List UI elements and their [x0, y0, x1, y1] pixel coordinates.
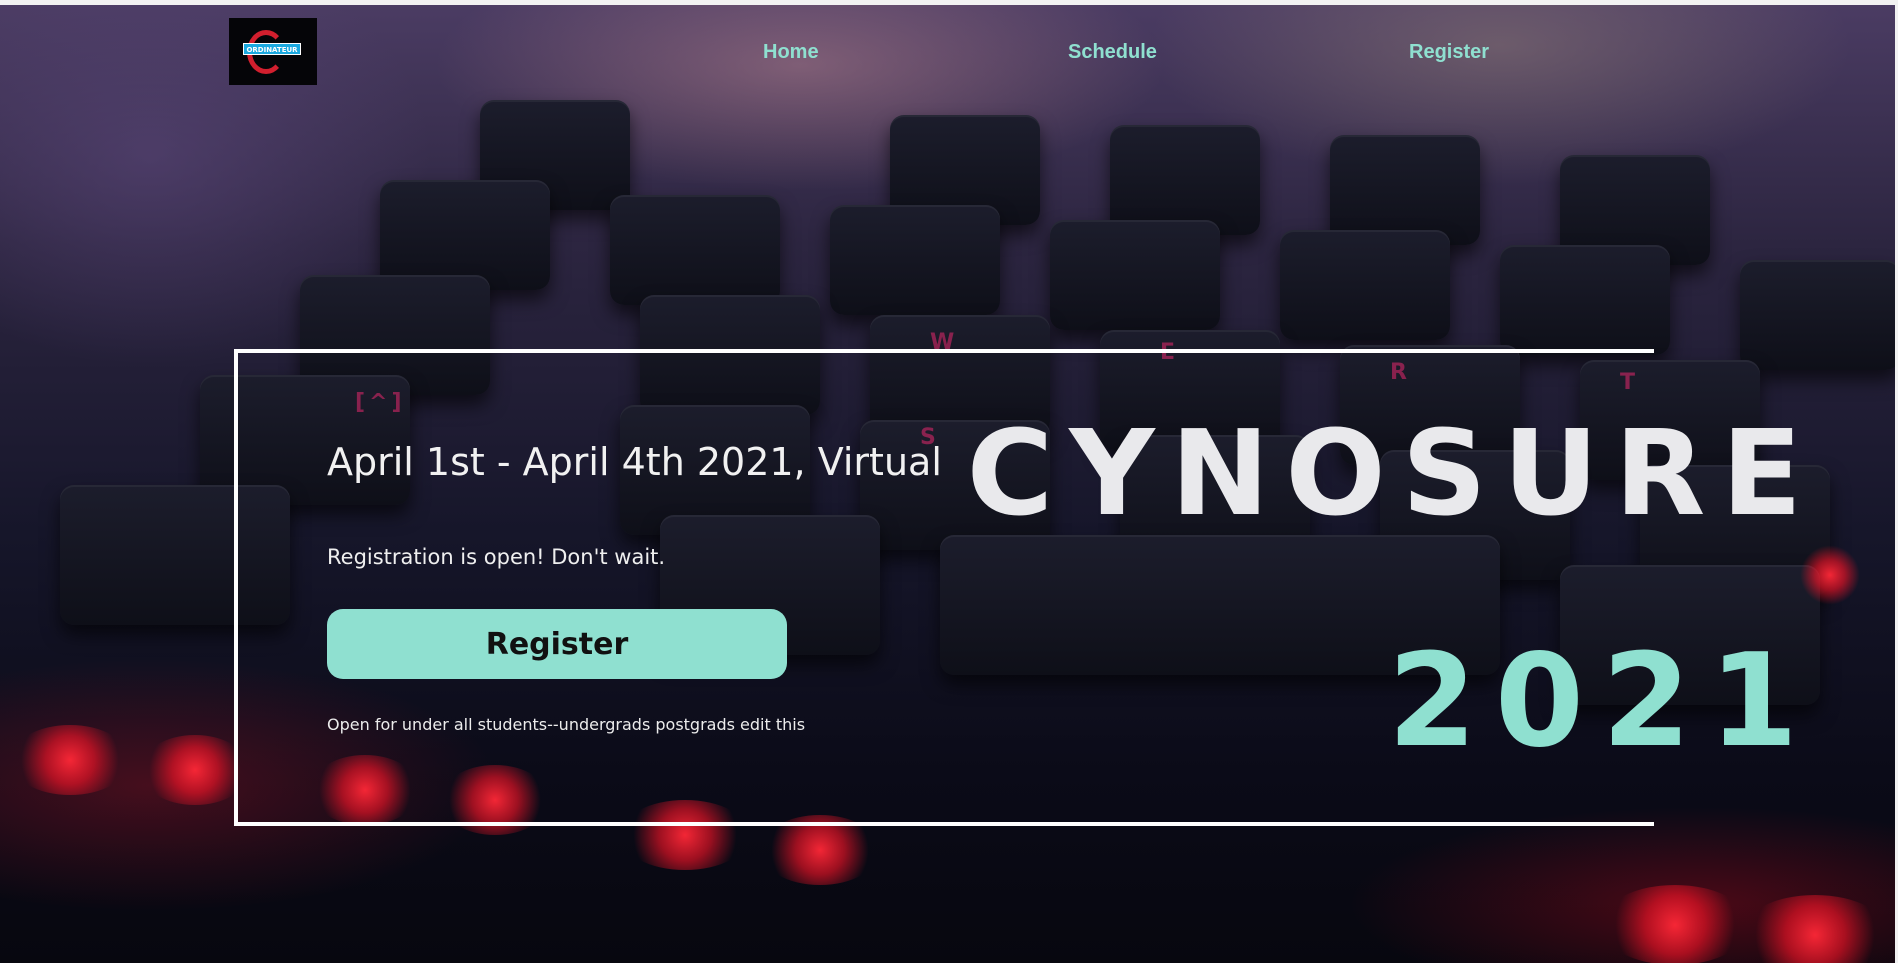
keyboard-key: [830, 205, 1000, 315]
backlight-glow: [1740, 895, 1890, 963]
keyboard-key: [1110, 125, 1260, 235]
event-title: CYNOSURE: [966, 404, 1818, 542]
registration-status: Registration is open! Don't wait.: [327, 545, 666, 569]
keyboard-key: [610, 195, 780, 305]
register-button[interactable]: Register: [327, 609, 787, 679]
event-year: 2021: [1387, 627, 1816, 776]
event-dates: April 1st - April 4th 2021, Virtual: [327, 440, 942, 484]
keyboard-key: [1050, 220, 1220, 330]
logo-text: ORDINATEUR: [243, 43, 301, 55]
backlight-glow: [1600, 885, 1750, 963]
top-navigation: ORDINATEUR Home Schedule Register: [0, 5, 1895, 95]
nav-home-link[interactable]: Home: [763, 41, 819, 64]
keyboard-key: [1740, 260, 1895, 370]
logo[interactable]: ORDINATEUR: [229, 18, 317, 85]
nav-schedule-link[interactable]: Schedule: [1068, 41, 1157, 64]
keyboard-key: [1500, 245, 1670, 355]
nav-register-link[interactable]: Register: [1409, 41, 1489, 64]
backlight-glow: [10, 725, 130, 795]
eligibility-note: Open for under all students--undergrads …: [327, 715, 806, 734]
keyboard-key: [1280, 230, 1450, 340]
keyboard-key: [1330, 135, 1480, 245]
keyboard-key: [380, 180, 550, 290]
backlight-glow: [1800, 545, 1860, 605]
